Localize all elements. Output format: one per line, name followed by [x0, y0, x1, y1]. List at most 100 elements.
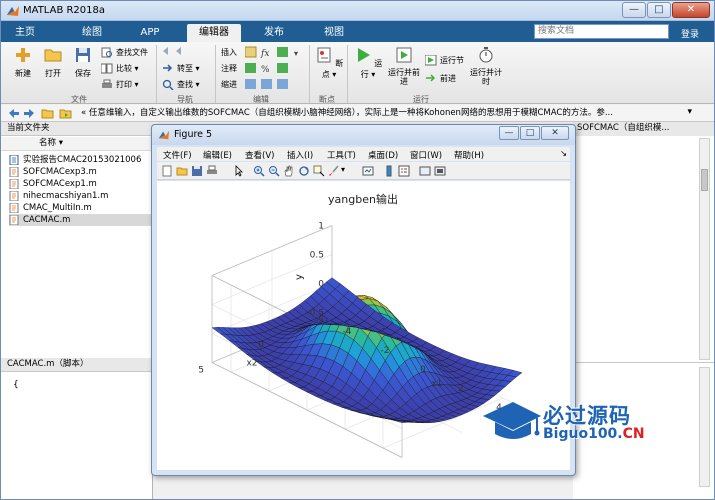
- details-text: {: [13, 380, 19, 390]
- tab-publish[interactable]: 发布: [253, 24, 295, 42]
- goto-icon: [163, 64, 173, 72]
- details-header: CACMAC.m（脚本）: [1, 358, 153, 372]
- forward-icon[interactable]: [23, 107, 36, 120]
- find-files-button[interactable]: 查找文件: [101, 46, 148, 59]
- compare-icon: [101, 63, 113, 74]
- folder-open-icon: [44, 49, 62, 62]
- up-folder-icon[interactable]: [41, 107, 54, 120]
- z-tick-label: 1: [318, 222, 324, 232]
- show-plot-tools-icon[interactable]: [434, 165, 446, 177]
- print-figure-icon[interactable]: [206, 165, 218, 177]
- browse-folder-icon[interactable]: [59, 107, 72, 120]
- save-figure-icon[interactable]: [191, 165, 203, 177]
- hide-plot-tools-icon[interactable]: [419, 165, 431, 177]
- run-and-time-button[interactable]: 运行并计时: [469, 46, 503, 86]
- zoom-out-icon[interactable]: [268, 165, 280, 177]
- legend-icon[interactable]: [398, 165, 410, 177]
- edit-tools-icons: fx % ▾: [245, 46, 298, 89]
- tab-home[interactable]: 主页: [5, 24, 45, 42]
- run-advance-icon: [396, 47, 412, 63]
- find-button[interactable]: 查找 ▾: [162, 78, 200, 91]
- zoom-in-icon[interactable]: [253, 165, 265, 177]
- login-link[interactable]: 登录: [681, 27, 699, 40]
- editor-tab-header[interactable]: SOFCMAC（自组织模...: [573, 122, 714, 136]
- breakpoints-button[interactable]: 断点 ▾: [313, 46, 345, 80]
- insert-button[interactable]: 插入: [221, 46, 237, 59]
- file-item[interactable]: 实验报告CMAC20153021006: [9, 154, 153, 166]
- run-group-label: 运行: [413, 95, 429, 104]
- file-item[interactable]: nihecmacshiyan1.m: [9, 190, 153, 202]
- y-tick-label: 5: [198, 366, 204, 376]
- open-button[interactable]: 打开: [39, 46, 67, 79]
- current-folder-path[interactable]: « 任意维输入，自定义输出维数的SOFCMAC（自组织模糊小脑神经网络），实际上…: [81, 107, 693, 120]
- matlab-logo-icon: [7, 6, 19, 16]
- z-axis-label: y: [294, 274, 305, 280]
- y-tick-label: -5: [315, 316, 324, 326]
- title-bar: MATLAB R2018a — □ ✕: [1, 1, 714, 21]
- run-play-icon: [357, 48, 370, 62]
- colorbar-icon[interactable]: [383, 165, 395, 177]
- data-cursor-icon[interactable]: [313, 165, 325, 177]
- menu-desktop[interactable]: 桌面(D): [368, 149, 398, 161]
- run-advance-button[interactable]: 运行并前进: [387, 46, 421, 86]
- m-file-icon: [9, 167, 19, 177]
- menu-window[interactable]: 窗口(W): [410, 149, 442, 161]
- tab-apps[interactable]: APP: [129, 24, 171, 42]
- indent-button[interactable]: 缩进: [221, 78, 237, 91]
- advance-icon: [426, 74, 436, 82]
- vertical-scrollbar[interactable]: [699, 138, 710, 360]
- run-button[interactable]: 运行 ▾: [353, 46, 383, 80]
- menu-tools[interactable]: 工具(T): [327, 149, 356, 161]
- stopwatch-icon: [479, 47, 493, 63]
- menu-file[interactable]: 文件(F): [163, 149, 192, 161]
- close-button[interactable]: ✕: [672, 2, 710, 18]
- name-column-header[interactable]: 名称 ▾: [1, 137, 153, 151]
- figure-maximize-button[interactable]: □: [520, 126, 540, 140]
- pan-hand-icon[interactable]: [283, 165, 295, 177]
- menu-dock-icon[interactable]: ↘: [560, 149, 567, 159]
- goto-button[interactable]: 转至 ▾: [162, 62, 200, 75]
- figure-close-button[interactable]: ✕: [541, 126, 569, 140]
- address-dropdown-icon[interactable]: ▾: [687, 107, 692, 117]
- run-section-button[interactable]: 运行节: [425, 54, 464, 67]
- pointer-icon[interactable]: [233, 165, 245, 177]
- back-icon[interactable]: [7, 107, 20, 120]
- menu-edit[interactable]: 编辑(E): [203, 149, 232, 161]
- rotate-3d-icon[interactable]: [298, 165, 310, 177]
- minimize-button[interactable]: —: [622, 2, 646, 18]
- comment-button[interactable]: 注释: [221, 62, 237, 75]
- nav-arrows-icon: [163, 47, 181, 55]
- menu-help[interactable]: 帮助(H): [454, 149, 484, 161]
- menu-view[interactable]: 查看(V): [245, 149, 274, 161]
- search-input[interactable]: 搜索文档: [534, 24, 669, 39]
- link-plot-icon[interactable]: [362, 165, 374, 177]
- new-button[interactable]: 新建: [9, 46, 37, 79]
- z-tick-label: 0: [318, 280, 324, 290]
- advance-button[interactable]: 前进: [425, 72, 456, 85]
- m-file-icon: [9, 215, 19, 225]
- figure-minimize-button[interactable]: —: [499, 126, 519, 140]
- file-item[interactable]: CMAC_MultiIn.m: [9, 202, 153, 214]
- brush-dropdown-icon[interactable]: ▾: [341, 165, 345, 174]
- compare-button[interactable]: 比较 ▾: [101, 62, 139, 75]
- watermark-en-text: Biguo100.CN: [543, 426, 645, 442]
- new-figure-icon[interactable]: [161, 165, 173, 177]
- back-forward-buttons[interactable]: [162, 46, 190, 59]
- print-button[interactable]: 打印 ▾: [101, 78, 139, 91]
- command-scrollbar[interactable]: [699, 367, 710, 487]
- brush-icon[interactable]: [328, 165, 340, 177]
- tab-plots[interactable]: 绘图: [71, 24, 113, 42]
- graduation-cap-icon: [483, 402, 541, 439]
- maximize-button[interactable]: □: [647, 2, 671, 18]
- tab-view[interactable]: 视图: [313, 24, 355, 42]
- tab-editor[interactable]: 编辑器: [187, 24, 241, 42]
- x-tick-label: -4: [343, 327, 352, 337]
- scroll-thumb[interactable]: [701, 169, 708, 191]
- file-item[interactable]: SOFCMACexp1.m: [9, 178, 153, 190]
- open-file-icon[interactable]: [176, 165, 188, 177]
- menu-insert[interactable]: 插入(I): [287, 149, 313, 161]
- file-item[interactable]: SOFCMACexp3.m: [9, 166, 153, 178]
- save-button[interactable]: 保存: [69, 46, 97, 79]
- file-item-selected[interactable]: CACMAC.m: [9, 214, 153, 226]
- file-group-label: 文件: [71, 95, 87, 104]
